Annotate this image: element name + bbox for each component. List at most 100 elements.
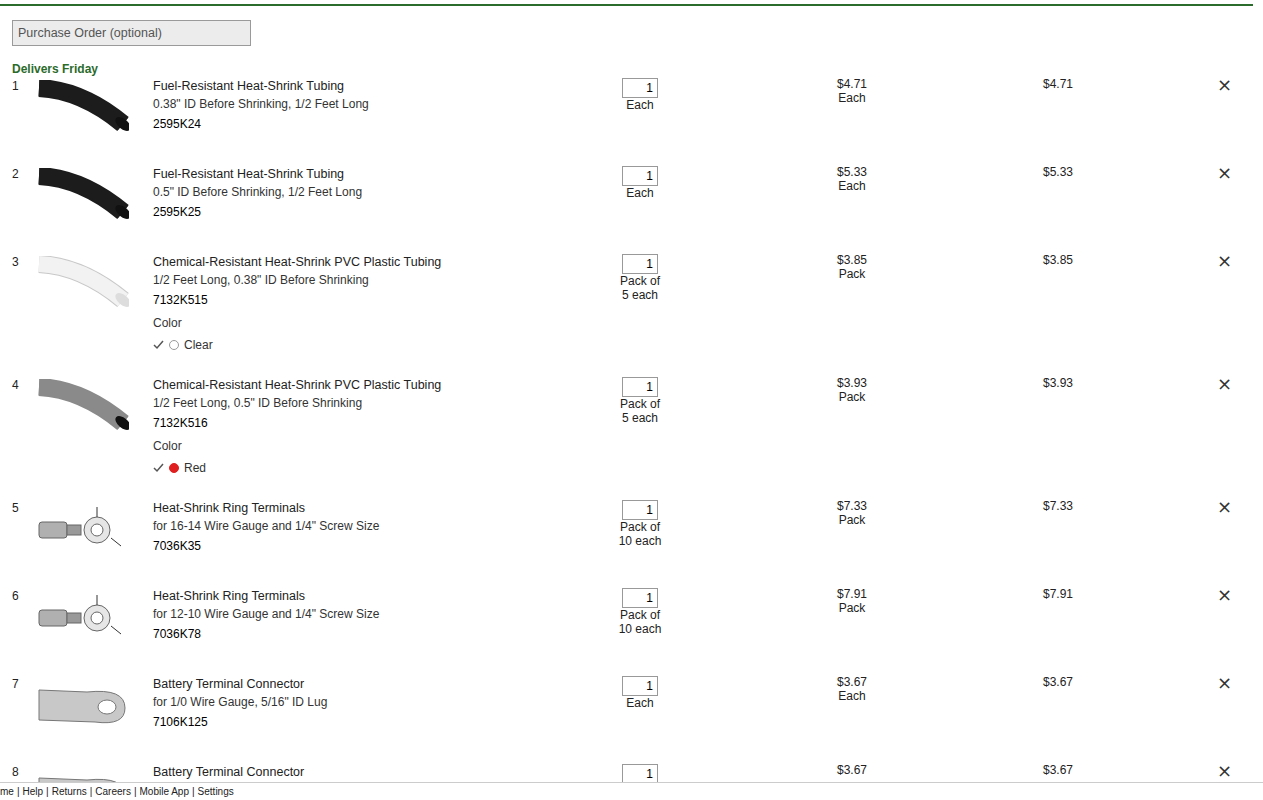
product-description: Chemical-Resistant Heat-Shrink PVC Plast… [153,253,608,354]
purchase-order-input[interactable] [12,20,251,46]
product-image[interactable] [37,675,153,737]
tubing-icon [37,80,129,136]
footer-separator: | [134,786,137,797]
quantity-input[interactable] [622,764,658,784]
quantity-unit: Pack of [620,520,660,534]
quantity-input[interactable] [622,78,658,98]
footer-separator: | [17,786,20,797]
product-title[interactable]: Battery Terminal Connector [153,675,608,693]
unit-price: $3.93Pack [837,376,867,404]
product-title[interactable]: Fuel-Resistant Heat-Shrink Tubing [153,165,608,183]
product-title[interactable]: Heat-Shrink Ring Terminals [153,587,608,605]
footer: me|Help|Returns|Careers|Mobile App|Setti… [0,782,1263,800]
footer-separator: | [90,786,93,797]
line-total: $3.85 [1043,253,1213,267]
line-total: $7.33 [1043,499,1213,513]
unit-price: $7.33Pack [837,499,867,527]
row-number: 8 [12,763,37,781]
product-description: Battery Terminal Connectorfor 1/0 Wire G… [153,675,608,731]
line-total: $3.93 [1043,376,1213,390]
product-description: Fuel-Resistant Heat-Shrink Tubing0.5" ID… [153,165,608,221]
ring-terminal-icon [37,590,129,646]
option-label: Color [153,314,608,332]
footer-separator: | [192,786,195,797]
unit-price: $7.91Pack [837,587,867,615]
delivery-heading: Delivers Friday [12,61,1253,77]
row-number: 5 [12,499,37,517]
product-description: Heat-Shrink Ring Terminalsfor 16-14 Wire… [153,499,608,555]
footer-link[interactable]: Returns [52,786,87,797]
product-image[interactable] [37,165,153,227]
row-number: 4 [12,376,37,394]
remove-button[interactable]: × [1213,77,1236,93]
quantity-input[interactable] [622,588,658,608]
option-value[interactable]: Red [153,459,608,477]
product-sku: 7036K35 [153,537,608,555]
check-icon [153,340,164,350]
row-number: 1 [12,77,37,95]
row-number: 2 [12,165,37,183]
quantity: Pack of10 each [608,587,672,636]
footer-link[interactable]: Settings [198,786,234,797]
quantity-unit: Each [626,696,653,710]
cart-row: 4 Chemical-Resistant Heat-Shrink PVC Plas… [12,376,1253,499]
footer-link[interactable]: Careers [95,786,131,797]
product-sku: 2595K24 [153,115,608,133]
quantity-unit: Each [626,186,653,200]
footer-link[interactable]: Mobile App [140,786,189,797]
quantity-unit: 5 each [622,411,658,425]
quantity: Each [608,675,672,710]
quantity [608,763,672,784]
quantity-input[interactable] [622,377,658,397]
product-image[interactable] [37,77,153,139]
product-detail: 0.38" ID Before Shrinking, 1/2 Feet Long [153,95,608,113]
remove-button[interactable]: × [1213,763,1236,779]
product-description: Fuel-Resistant Heat-Shrink Tubing0.38" I… [153,77,608,133]
product-image[interactable] [37,587,153,649]
remove-button[interactable]: × [1213,587,1236,603]
unit-price: $4.71Each [837,77,867,105]
product-title[interactable]: Fuel-Resistant Heat-Shrink Tubing [153,77,608,95]
quantity-input[interactable] [622,166,658,186]
product-title[interactable]: Chemical-Resistant Heat-Shrink PVC Plast… [153,253,608,271]
product-sku: 7036K78 [153,625,608,643]
product-image[interactable] [37,376,153,438]
product-detail: for 1/0 Wire Gauge, 5/16" ID Lug [153,693,608,711]
quantity: Pack of5 each [608,253,672,302]
remove-button[interactable]: × [1213,499,1236,515]
color-swatch [169,340,179,350]
quantity-unit: 5 each [622,288,658,302]
remove-button[interactable]: × [1213,675,1236,691]
unit-price: $3.67Each [837,675,867,703]
cart-row: 2 Fuel-Resistant Heat-Shrink Tubing0.5" I… [12,165,1253,253]
product-detail: 1/2 Feet Long, 0.38" ID Before Shrinking [153,271,608,289]
line-total: $3.67 [1043,763,1213,777]
remove-button[interactable]: × [1213,253,1236,269]
product-sku: 7132K515 [153,291,608,309]
product-title[interactable]: Battery Terminal Connector [153,763,608,781]
footer-link[interactable]: Help [23,786,44,797]
remove-button[interactable]: × [1213,376,1236,392]
quantity-input[interactable] [622,254,658,274]
row-number: 3 [12,253,37,271]
option-value[interactable]: Clear [153,336,608,354]
quantity: Pack of5 each [608,376,672,425]
product-detail: for 12-10 Wire Gauge and 1/4" Screw Size [153,605,608,623]
product-description: Battery Terminal Connector [153,763,608,781]
tubing-icon [37,379,129,435]
tubing-icon [37,168,129,224]
quantity-input[interactable] [622,676,658,696]
product-title[interactable]: Heat-Shrink Ring Terminals [153,499,608,517]
quantity-input[interactable] [622,500,658,520]
product-image[interactable] [37,253,153,315]
cart-row: 5 Heat-Shrink Ring Terminalsfor 16-14 Wir… [12,499,1253,587]
unit-price: $5.33Each [837,165,867,193]
product-image[interactable] [37,499,153,561]
tubing-icon [37,256,129,312]
unit-price: $3.67 [837,763,867,777]
line-total: $4.71 [1043,77,1213,91]
footer-link[interactable]: me [0,786,14,797]
quantity: Pack of10 each [608,499,672,548]
product-title[interactable]: Chemical-Resistant Heat-Shrink PVC Plast… [153,376,608,394]
remove-button[interactable]: × [1213,165,1236,181]
